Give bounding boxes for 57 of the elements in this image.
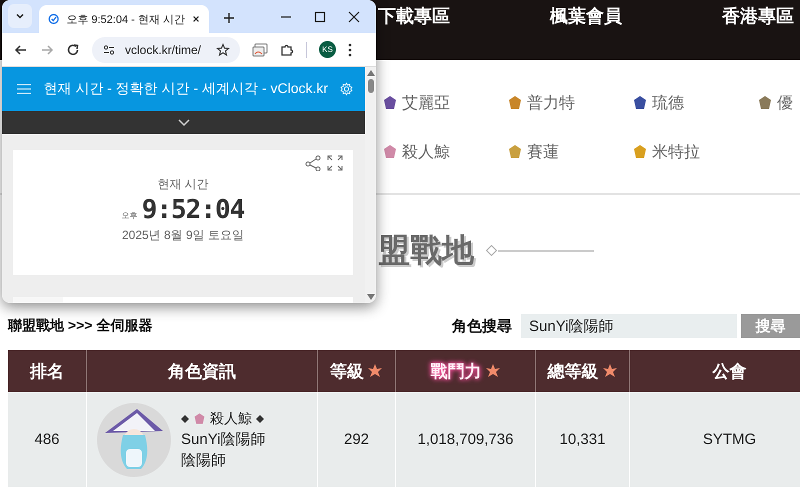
clock-date: 2025년 8월 9일 토요일 (122, 227, 244, 244)
table-cell: 1,018,709,736 (396, 392, 536, 487)
cast-icon[interactable] (252, 42, 268, 56)
chevron-down-icon (178, 118, 190, 126)
profile-avatar[interactable]: KS (319, 41, 336, 58)
browser-tab[interactable]: 오후 9:52:04 - 현재 시간 (39, 5, 209, 33)
share-icon[interactable] (305, 155, 321, 171)
table-cell: SYTMG (630, 392, 800, 487)
ampm-label: 오후 (122, 210, 138, 221)
server-link[interactable]: 殺人鯨 (382, 142, 450, 162)
breadcrumb: 聯盟戰地 >>> 全伺服器 (8, 317, 152, 335)
nav-link[interactable]: 楓葉會員 (550, 4, 622, 28)
chevron-down-icon (15, 11, 25, 21)
back-icon[interactable] (14, 42, 28, 56)
server-link[interactable]: 普力特 (507, 93, 575, 113)
nav-link[interactable]: 下載專區 (378, 4, 450, 28)
new-tab-icon[interactable] (223, 12, 235, 24)
diamond-icon (256, 414, 264, 422)
puzzle-icon[interactable] (280, 42, 294, 56)
server-link[interactable]: 艾麗亞 (382, 93, 450, 113)
more-icon[interactable] (348, 42, 352, 56)
scroll-down-icon[interactable] (366, 294, 374, 300)
server-link[interactable]: 優 (757, 93, 793, 113)
server-link[interactable]: 米特拉 (632, 142, 700, 162)
character-name: SunYi陰陽師 (181, 430, 266, 448)
star-icon[interactable] (216, 42, 230, 56)
character-job: 陰陽師 (181, 450, 227, 470)
table-cell: 10,331 (536, 392, 630, 487)
scrollbar[interactable] (365, 67, 376, 303)
tab-search-button[interactable] (8, 4, 32, 28)
url-text: vclock.kr/time/ (125, 42, 202, 56)
nav-link[interactable]: 香港專區 (722, 4, 794, 28)
diamond-icon (181, 414, 189, 422)
maximize-icon[interactable] (314, 11, 326, 23)
settings-icon[interactable] (340, 80, 353, 98)
clock-time: 9:52:04 (142, 195, 244, 225)
address-bar[interactable]: vclock.kr/time/ (92, 36, 240, 62)
server-link[interactable]: 琉德 (632, 93, 684, 113)
table-cell: 486 (8, 392, 87, 487)
clock-icon (48, 12, 60, 26)
scroll-thumb[interactable] (368, 79, 374, 93)
close-icon[interactable] (348, 11, 360, 23)
server-link[interactable]: 賽蓮 (507, 142, 559, 162)
server-tag: 殺人鯨 (181, 410, 266, 428)
close-icon[interactable] (192, 14, 200, 24)
clock-label: 현재 시간 (157, 176, 209, 193)
section-title: 盟戰地 (378, 230, 474, 270)
fullscreen-icon[interactable] (327, 155, 343, 171)
search-field[interactable]: SunYi陰陽師 (521, 314, 737, 338)
tab-title: 오후 9:52:04 - 현재 시간 (66, 12, 185, 26)
reload-icon[interactable] (66, 42, 80, 56)
ornament-line-icon (486, 244, 596, 256)
tune-icon[interactable] (102, 42, 116, 56)
search-label: 角色搜尋 (452, 316, 512, 336)
table-cell: 292 (318, 392, 396, 487)
scroll-up-icon[interactable] (366, 70, 374, 76)
menu-icon[interactable] (17, 82, 32, 96)
